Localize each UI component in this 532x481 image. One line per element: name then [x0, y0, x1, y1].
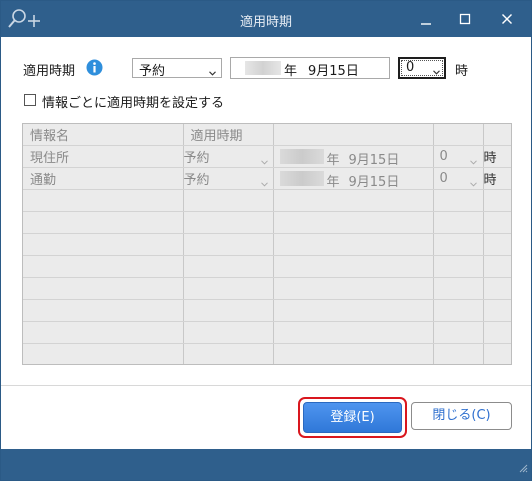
empty-row	[23, 211, 511, 234]
per-item-period-label[interactable]: 情報ごとに適用時期を設定する	[42, 92, 224, 111]
per-item-period-checkbox[interactable]	[24, 94, 36, 106]
header-unit	[483, 124, 511, 146]
row-period-select: 予約	[183, 167, 274, 190]
header-info-name: 情報名	[23, 124, 184, 146]
redacted-year	[279, 170, 324, 186]
date-input[interactable]: 年 9月15日	[230, 57, 390, 79]
chevron-down-icon	[469, 154, 477, 167]
empty-row	[23, 299, 511, 322]
year-suffix: 年	[284, 64, 298, 79]
minimize-button[interactable]	[414, 7, 438, 31]
row-hour-value: 0	[439, 170, 448, 186]
empty-row	[23, 233, 511, 256]
row-info-name: 通勤	[23, 167, 184, 190]
row-month-day: 9月15日	[348, 152, 400, 167]
month-day-value: 9月15日	[308, 64, 359, 79]
row-period-select: 予約	[183, 145, 274, 168]
period-type-select[interactable]: 予約	[132, 58, 222, 80]
row-period-value: 予約	[183, 172, 210, 188]
row-hour-value: 0	[439, 148, 448, 164]
resize-grip-icon[interactable]	[518, 462, 528, 477]
minimize-icon	[414, 7, 438, 31]
redacted-year	[245, 61, 281, 75]
table-row: 現住所 予約 年 9月15日 0 時	[23, 145, 511, 168]
table-row: 通勤 予約 年 9月15日 0 時	[23, 167, 511, 190]
close-icon	[495, 7, 519, 31]
register-button[interactable]: 登録(E)	[303, 402, 402, 433]
title-bar: 適用時期	[1, 1, 531, 37]
empty-row	[23, 189, 511, 212]
chevron-down-icon	[209, 65, 216, 80]
empty-row	[23, 255, 511, 278]
row-hour-unit: 時	[483, 145, 511, 168]
empty-row	[23, 343, 511, 364]
row-hour-select: 0	[433, 167, 484, 190]
hour-value: 0	[406, 60, 415, 75]
period-label: 適用時期	[23, 64, 76, 79]
row-period-value: 予約	[183, 150, 210, 166]
row-hour-unit: 時	[483, 167, 511, 190]
info-icon[interactable]	[86, 59, 103, 76]
row-date: 年 9月15日	[273, 145, 434, 168]
close-button[interactable]: 閉じる(C)	[411, 402, 512, 430]
footer-divider	[1, 385, 531, 386]
info-grid: 情報名 適用時期 現住所 予約 年 9月15日 0 時 通勤 予約 年 9月15…	[22, 123, 512, 365]
row-date: 年 9月15日	[273, 167, 434, 190]
row-year-suffix: 年	[326, 174, 340, 189]
close-window-button[interactable]	[495, 7, 519, 31]
chevron-down-icon	[260, 154, 268, 167]
header-date	[273, 124, 434, 146]
row-info-name: 現住所	[23, 145, 184, 168]
dialog-window: 適用時期 適用時期 予約 年 9月15日 0 時 情報ごとに適用時期を設定する …	[0, 0, 532, 481]
chevron-down-icon	[469, 176, 477, 189]
header-period: 適用時期	[183, 124, 274, 146]
empty-row	[23, 321, 511, 344]
header-hour	[433, 124, 484, 146]
empty-row	[23, 277, 511, 300]
redacted-year	[279, 148, 324, 164]
chevron-down-icon	[260, 176, 268, 189]
hour-unit-label: 時	[455, 64, 469, 79]
maximize-button[interactable]	[453, 7, 477, 31]
grid-header-row: 情報名 適用時期	[23, 124, 511, 146]
row-month-day: 9月15日	[348, 174, 400, 189]
status-bar	[1, 449, 531, 480]
row-year-suffix: 年	[326, 152, 340, 167]
window-title: 適用時期	[239, 15, 292, 30]
hour-select[interactable]: 0	[398, 57, 446, 79]
chevron-down-icon	[433, 64, 440, 79]
period-type-value: 予約	[139, 64, 166, 79]
maximize-icon	[453, 7, 477, 31]
row-hour-select: 0	[433, 145, 484, 168]
